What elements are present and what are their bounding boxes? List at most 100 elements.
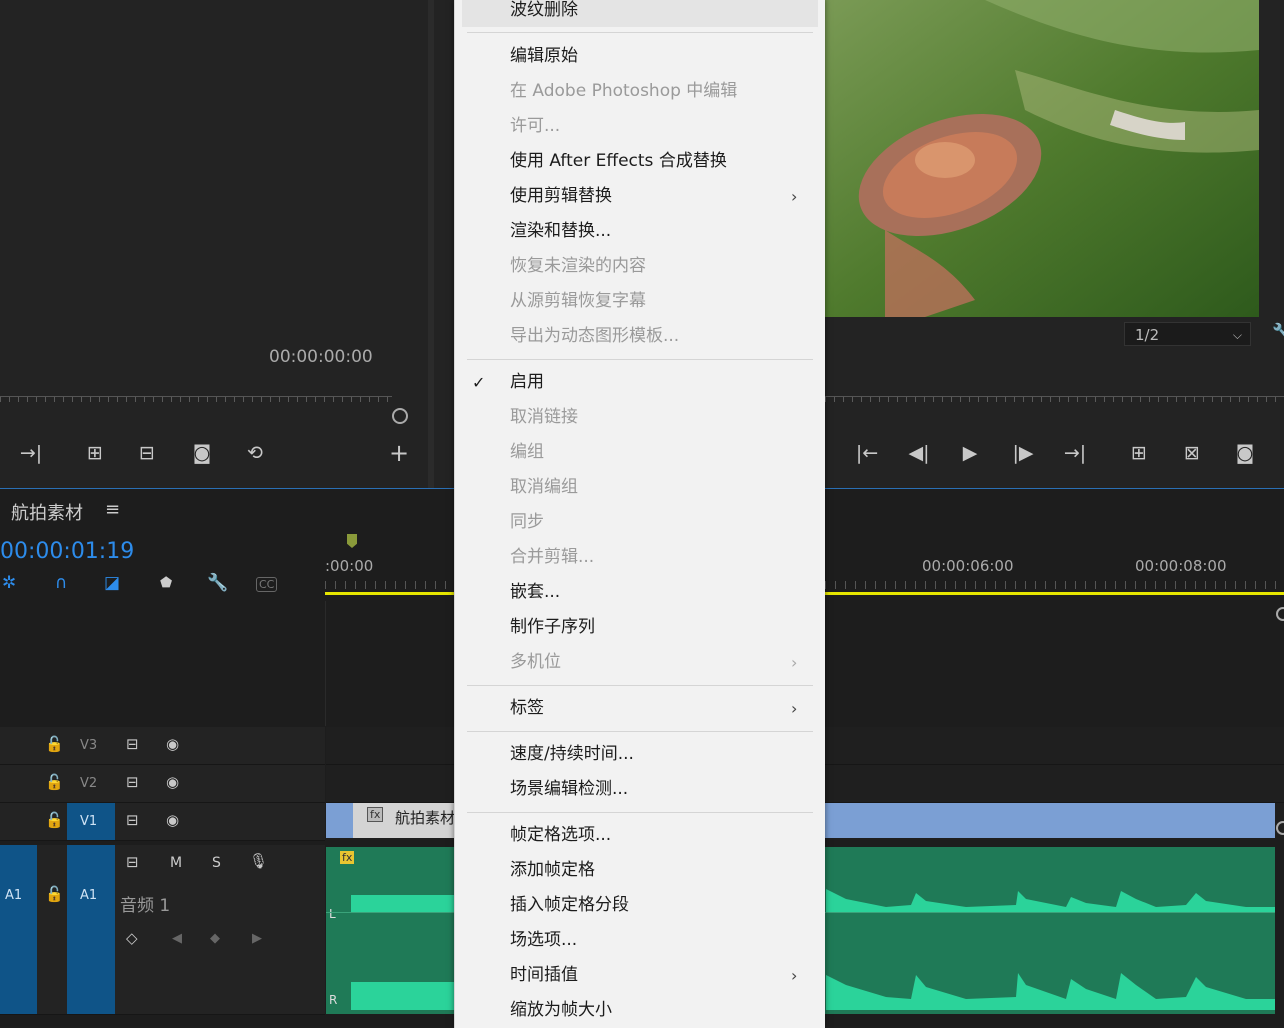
- toggle-sync-icon[interactable]: ⊟: [126, 853, 139, 871]
- menu-item-field-options[interactable]: 场选项...: [455, 923, 825, 958]
- menu-item-replace-with-clip[interactable]: 使用剪辑替换 ›: [455, 179, 825, 214]
- source-zoom-handle[interactable]: [392, 408, 408, 424]
- playhead-timecode[interactable]: 00:00:01:19: [0, 539, 134, 564]
- eye-icon[interactable]: ◉: [166, 773, 179, 791]
- prev-keyframe-icon[interactable]: ◀: [172, 931, 182, 946]
- track-label[interactable]: V2: [80, 776, 97, 791]
- toggle-sync-icon[interactable]: ⊟: [126, 773, 139, 791]
- vertical-zoom-handle[interactable]: [1276, 607, 1284, 621]
- overwrite-icon[interactable]: ⊞: [82, 440, 108, 466]
- menu-separator: [467, 812, 813, 813]
- solo-button[interactable]: S: [212, 855, 221, 871]
- menu-separator: [467, 731, 813, 732]
- chevron-right-icon: ›: [791, 699, 798, 718]
- wrench-icon[interactable]: 🔧: [207, 573, 228, 593]
- menu-item-restore-captions: 从源剪辑恢复字幕: [510, 291, 646, 311]
- menu-item-ripple-delete[interactable]: 波纹删除: [455, 0, 825, 28]
- linked-selection-icon[interactable]: ◪: [104, 573, 120, 593]
- camera-icon[interactable]: ◙: [1232, 440, 1258, 466]
- menu-item-scene-edit-detection[interactable]: 场景编辑检测...: [455, 772, 825, 807]
- menu-item-speed-duration[interactable]: 速度/持续时间...: [455, 737, 825, 772]
- fx-badge: fx: [367, 807, 384, 822]
- sequence-tab-title[interactable]: 航拍素材: [11, 499, 83, 525]
- wrench-icon[interactable]: 🔧: [1272, 322, 1284, 341]
- export-frame-icon[interactable]: ⊟: [134, 440, 160, 466]
- step-back-icon[interactable]: ◀|: [906, 440, 932, 466]
- ruler-label: 00:00:08:00: [1135, 557, 1227, 575]
- track-header-v2: 🔓 V2 ⊟ ◉: [0, 765, 325, 803]
- menu-item-nest[interactable]: 嵌套...: [455, 575, 825, 610]
- snap-icon[interactable]: ✲: [2, 573, 16, 593]
- menu-item-unlink: 取消链接: [510, 407, 578, 427]
- extract-icon[interactable]: ⊠: [1179, 440, 1205, 466]
- audio-track-name[interactable]: 音频 1: [120, 891, 170, 916]
- eye-icon[interactable]: ◉: [166, 735, 179, 753]
- menu-item-synchronize: 同步: [510, 512, 544, 532]
- toggle-sync-icon[interactable]: ⊟: [126, 735, 139, 753]
- go-to-in-icon[interactable]: |←: [854, 440, 880, 466]
- menu-item-insert-frame-hold[interactable]: 插入帧定格分段: [455, 888, 825, 923]
- step-forward-icon[interactable]: |▶: [1010, 440, 1036, 466]
- add-button-icon[interactable]: +: [386, 439, 412, 467]
- chevron-down-icon: ⌵: [1232, 328, 1242, 342]
- track-label: A1: [80, 888, 98, 903]
- program-ruler[interactable]: [825, 396, 1284, 411]
- program-video-frame: [825, 0, 1259, 317]
- menu-item-enable[interactable]: ✓ 启用: [455, 365, 825, 400]
- menu-item-license: 许可...: [510, 116, 561, 136]
- menu-item-time-interpolation[interactable]: 时间插值 ›: [455, 958, 825, 993]
- next-keyframe-icon[interactable]: ▶: [252, 931, 262, 946]
- lift-icon[interactable]: ⊞: [1126, 440, 1152, 466]
- keyframe-icon[interactable]: ◇: [126, 929, 138, 947]
- track-target-a1[interactable]: [67, 845, 115, 1014]
- replace-icon[interactable]: ⟲: [242, 440, 268, 466]
- clip-name: 航拍素材: [395, 809, 456, 827]
- ruler-label: :00:00: [325, 557, 374, 575]
- mute-button[interactable]: M: [170, 855, 182, 871]
- menu-item-multi-camera: 多机位 ›: [455, 645, 825, 680]
- track-header-v3: 🔓 V3 ⊟ ◉: [0, 727, 325, 765]
- panel-menu-icon[interactable]: ≡: [105, 499, 120, 520]
- menu-item-label[interactable]: 标签 ›: [455, 691, 825, 726]
- menu-item-group: 编组: [510, 442, 544, 462]
- track-label: V1: [80, 814, 98, 829]
- insert-icon[interactable]: →|: [18, 440, 44, 466]
- menu-item-merge-clips: 合并剪辑...: [510, 547, 595, 567]
- menu-item-render-and-replace[interactable]: 渲染和替换...: [455, 214, 825, 249]
- camera-icon[interactable]: ◙: [189, 440, 215, 466]
- menu-item-add-frame-hold[interactable]: 添加帧定格: [455, 853, 825, 888]
- lock-icon[interactable]: 🔓: [45, 885, 64, 903]
- menu-item-make-subsequence[interactable]: 制作子序列: [455, 610, 825, 645]
- eye-icon[interactable]: ◉: [166, 811, 179, 829]
- track-label[interactable]: V3: [80, 738, 97, 753]
- resolution-select[interactable]: 1/2 ⌵: [1124, 322, 1251, 346]
- toggle-sync-icon[interactable]: ⊟: [126, 811, 139, 829]
- chevron-right-icon: ›: [791, 966, 798, 985]
- menu-item-restore-unrendered: 恢复未渲染的内容: [510, 256, 646, 276]
- menu-item-edit-original[interactable]: 编辑原始: [455, 39, 825, 74]
- microphone-icon[interactable]: 🎙: [249, 852, 268, 870]
- lock-icon[interactable]: 🔓: [45, 773, 64, 791]
- play-icon[interactable]: ▶: [957, 440, 983, 466]
- source-patch-a1[interactable]: [0, 845, 37, 1014]
- menu-item-scale-to-frame-size[interactable]: 缩放为帧大小: [455, 993, 825, 1028]
- captions-icon[interactable]: CC: [256, 577, 278, 592]
- go-to-out-icon[interactable]: →|: [1062, 440, 1088, 466]
- lock-icon[interactable]: 🔓: [45, 735, 64, 753]
- source-patch-label: A1: [5, 888, 23, 903]
- lock-icon[interactable]: 🔓: [45, 811, 64, 829]
- add-keyframe-icon[interactable]: ◆: [210, 931, 220, 946]
- source-timecode[interactable]: 00:00:00:00: [269, 347, 373, 367]
- menu-separator: [467, 359, 813, 360]
- menu-item-edit-in-photoshop: 在 Adobe Photoshop 中编辑: [510, 81, 738, 101]
- in-marker[interactable]: [347, 534, 357, 548]
- marker-icon[interactable]: ⬟: [160, 575, 172, 591]
- magnet-icon[interactable]: ∩: [55, 573, 67, 593]
- menu-item-replace-with-ae[interactable]: 使用 After Effects 合成替换: [455, 144, 825, 179]
- vertical-zoom-handle[interactable]: [1276, 821, 1284, 835]
- source-ruler[interactable]: [0, 396, 392, 411]
- empty-track-area: [0, 601, 326, 726]
- source-monitor: 00:00:00:00 →| ⊞ ⊟ ◙ ⟲ +: [0, 0, 428, 488]
- track-header-v1: 🔓 V1 ⊟ ◉: [0, 803, 325, 841]
- menu-item-frame-hold-options[interactable]: 帧定格选项...: [455, 818, 825, 853]
